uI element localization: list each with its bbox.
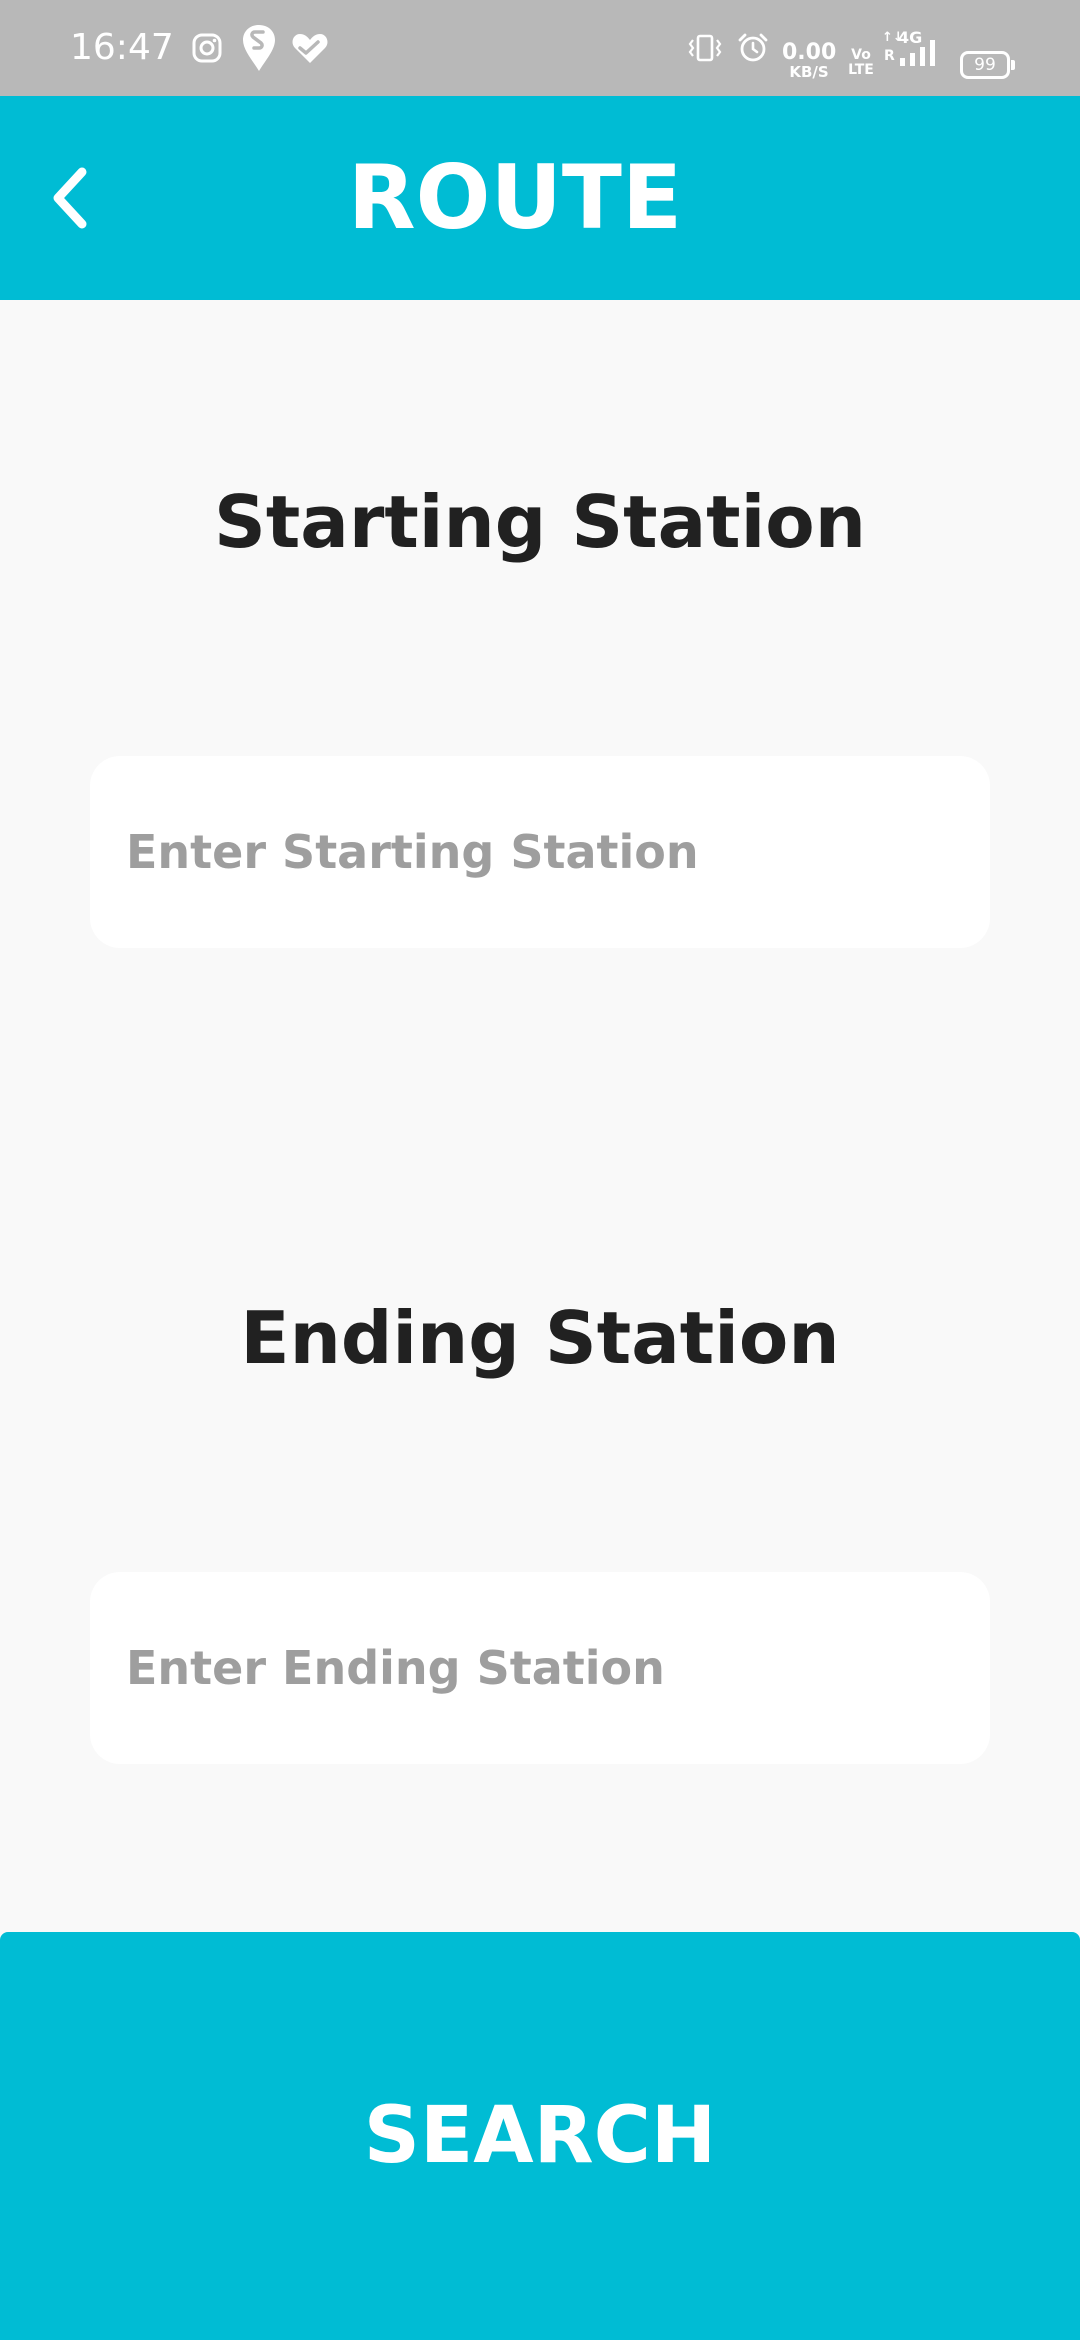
back-button[interactable] [20, 148, 120, 248]
battery-icon: 99 [960, 51, 1015, 79]
status-time: 16:47 [70, 27, 174, 68]
chevron-left-icon [53, 167, 87, 229]
route-screen: 16:47 0.00 KB/S Vo LTE ↑↓ 4G R 99 ROUTE … [0, 0, 1080, 2340]
network-speed: 0.00 KB/S [782, 40, 837, 81]
alarm-icon [736, 0, 770, 96]
starting-station-input[interactable] [90, 756, 990, 948]
instagram-icon [190, 0, 224, 96]
ending-station-card [90, 1572, 990, 1764]
app-bar: ROUTE [0, 96, 1080, 300]
health-heart-icon [290, 0, 330, 96]
signal-icon: ↑↓ 4G R [882, 0, 942, 96]
page-title: ROUTE [347, 146, 683, 249]
vibrate-icon [688, 0, 722, 96]
starting-station-heading: Starting Station [213, 480, 866, 564]
ending-station-input[interactable] [90, 1572, 990, 1764]
ending-station-heading: Ending Station [240, 1296, 840, 1380]
volte-indicator: Vo LTE [848, 47, 874, 78]
search-button[interactable]: SEARCH [0, 1932, 1080, 2340]
swiggy-icon [240, 0, 278, 96]
status-bar: 16:47 0.00 KB/S Vo LTE ↑↓ 4G R 99 [0, 0, 1080, 96]
starting-station-card [90, 756, 990, 948]
